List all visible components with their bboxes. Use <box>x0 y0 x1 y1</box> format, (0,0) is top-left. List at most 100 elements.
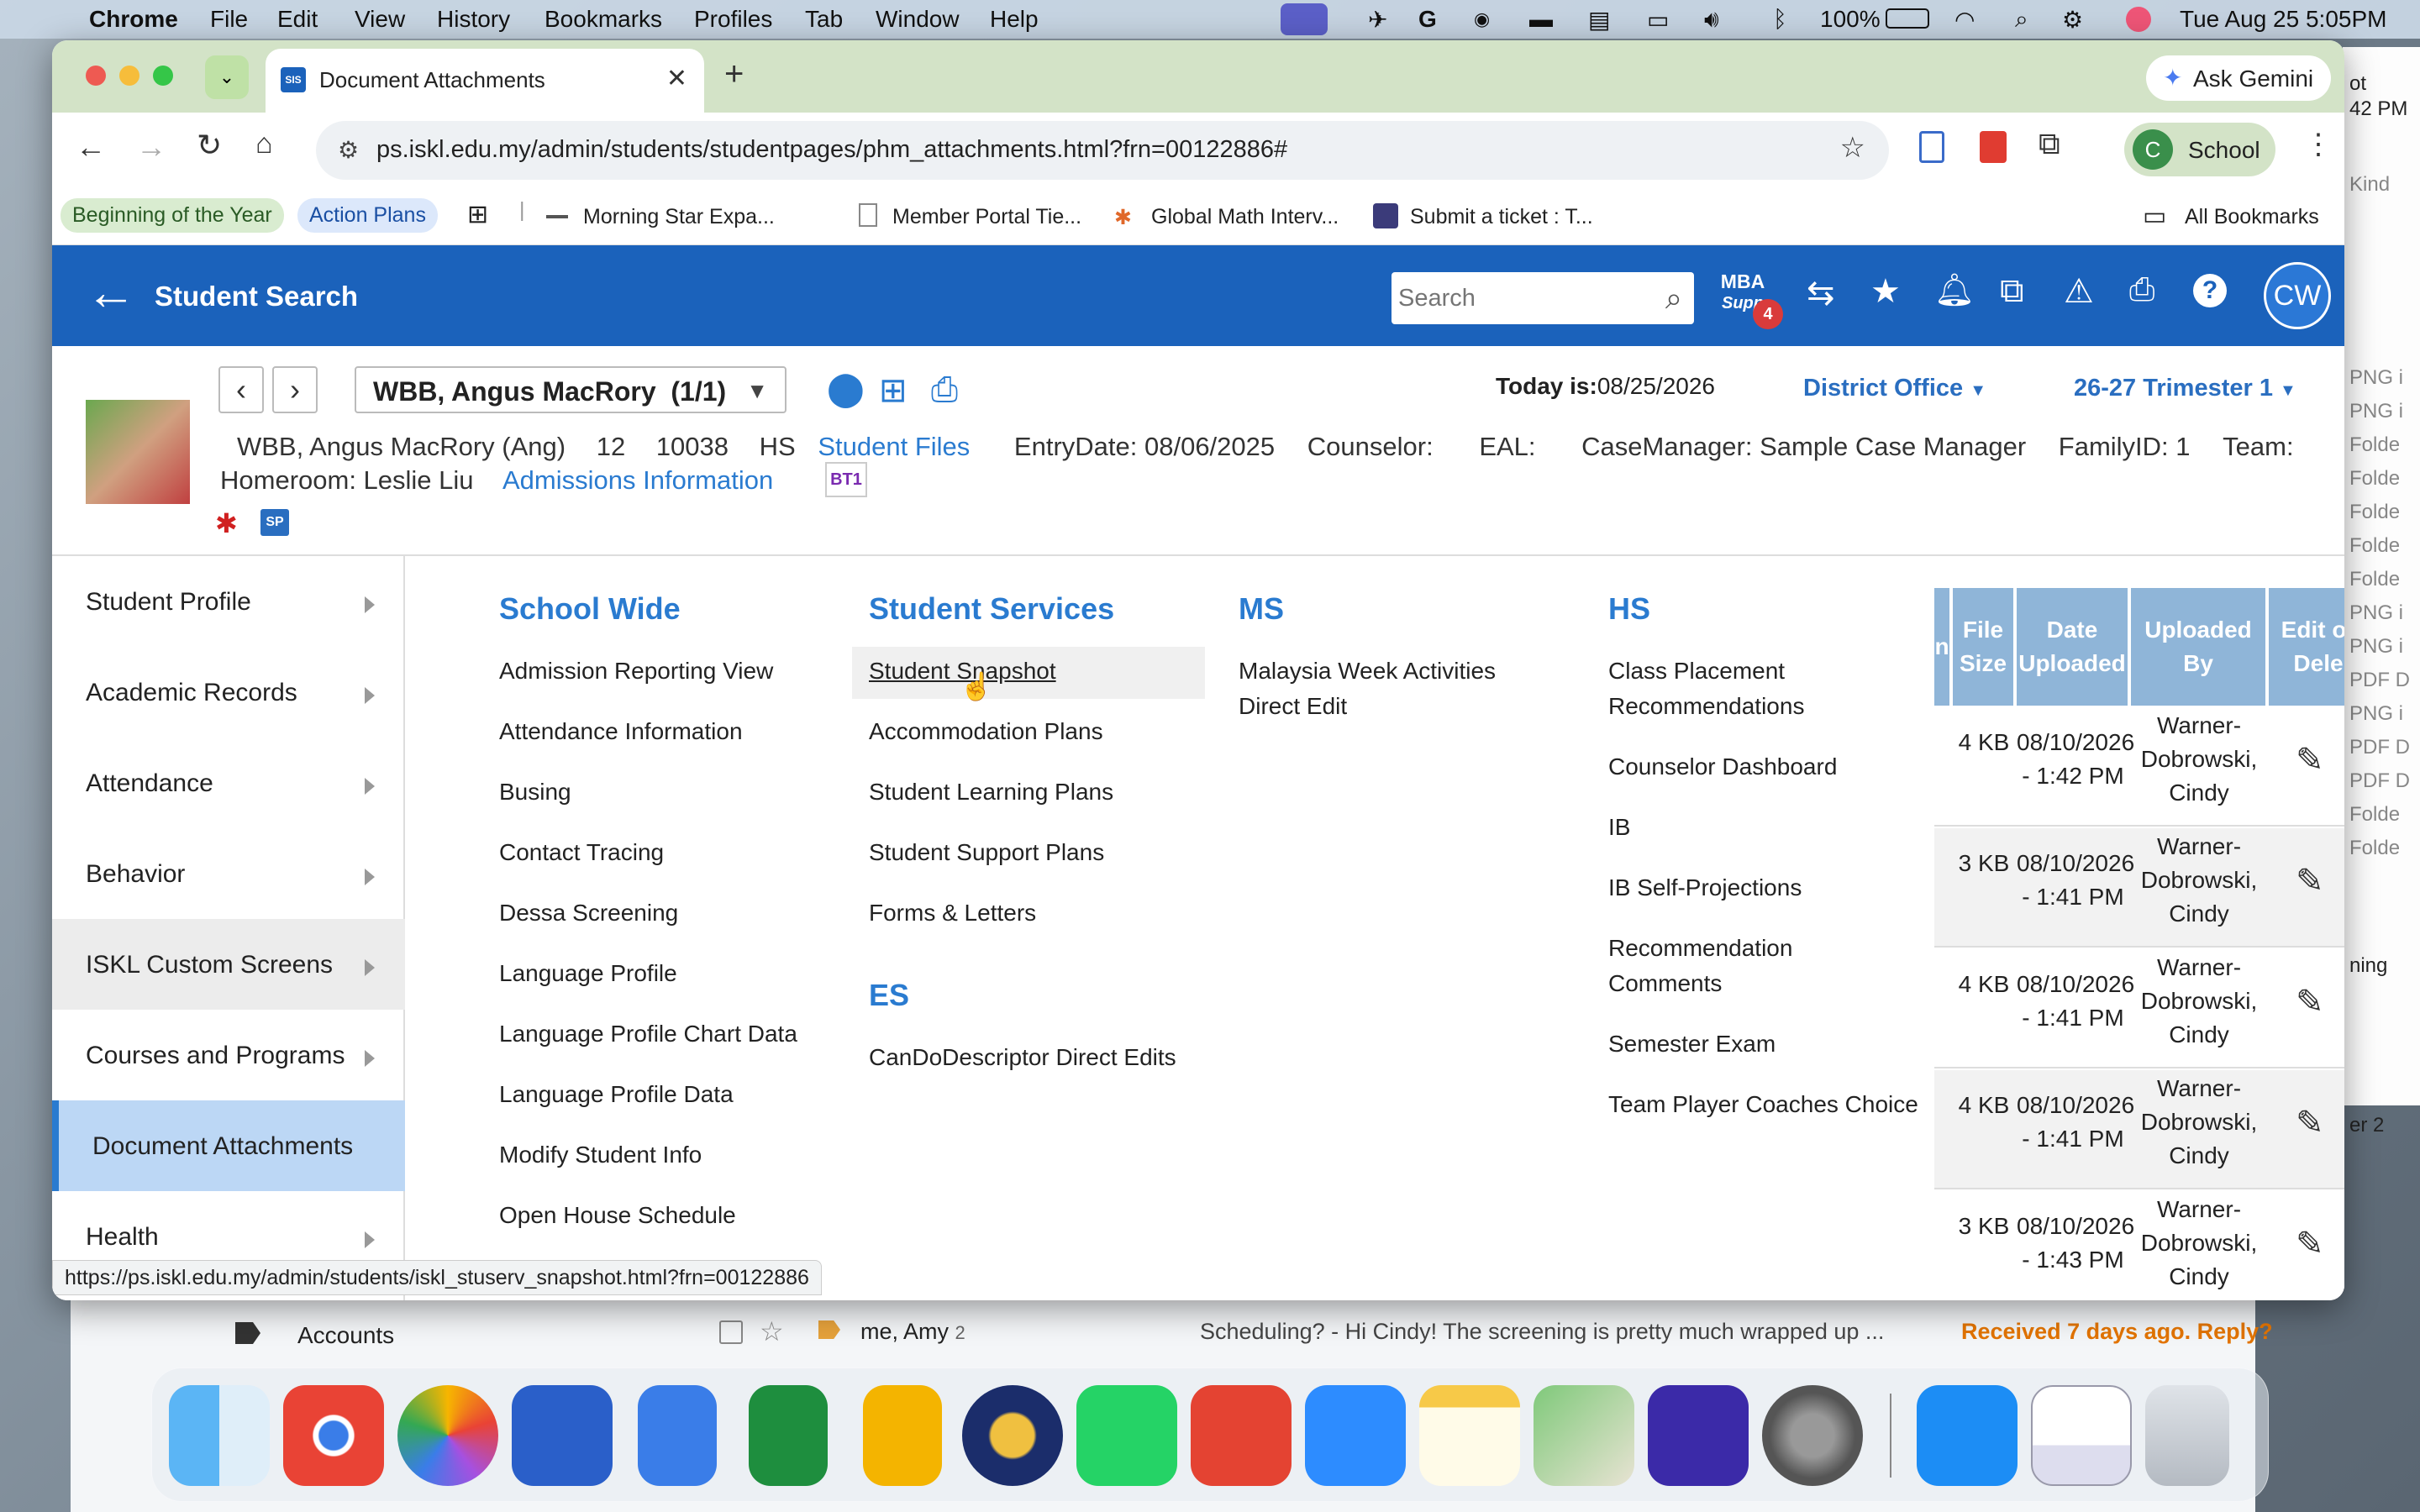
battery-icon[interactable] <box>1886 8 1929 29</box>
favorites-star-icon[interactable]: ★ <box>1870 272 1901 311</box>
student-files-link[interactable]: Student Files <box>818 432 970 461</box>
menu-item-ib-self-projections[interactable]: IB Self-Projections <box>1608 870 1802 906</box>
bt1-badge[interactable]: BT1 <box>825 462 867 497</box>
sidebar-item-student-profile[interactable]: Student Profile <box>52 556 405 647</box>
search-icon[interactable]: ⌕ <box>1665 281 1682 317</box>
menu-item-dessa-screening[interactable]: Dessa Screening <box>499 895 678 931</box>
keynote-icon[interactable] <box>512 1385 613 1486</box>
term-dropdown[interactable]: 26-27 Trimester 1 ▼ <box>2074 375 2296 402</box>
menubar-datetime[interactable]: Tue Aug 25 5:05PM <box>2180 6 2386 33</box>
profile-button[interactable]: C School <box>2124 123 2275 176</box>
google-docs-icon[interactable] <box>638 1385 717 1486</box>
photos-icon[interactable] <box>397 1385 498 1486</box>
menu-item-language-profile[interactable]: Language Profile <box>499 956 677 991</box>
extensions-puzzle-icon[interactable]: ⧉ <box>2039 126 2060 162</box>
menu-item-modify-student-info[interactable]: Modify Student Info <box>499 1137 702 1173</box>
reload-icon[interactable]: ↻ <box>197 128 222 163</box>
google-sheets-icon[interactable] <box>749 1385 828 1486</box>
edit-icon[interactable]: ✎ <box>2296 1104 2324 1142</box>
sp-badge[interactable]: SP <box>260 509 289 536</box>
notification-icon[interactable]: ▬ <box>1529 6 1553 33</box>
sidebar-item-iskl-custom-screens[interactable]: ISKL Custom Screens <box>52 919 405 1010</box>
gemini-app-icon[interactable] <box>1648 1385 1749 1486</box>
sidebar-item-attendance[interactable]: Attendance <box>52 738 405 828</box>
menu-edit[interactable]: Edit <box>277 6 318 33</box>
wifi-icon[interactable]: ◠ <box>1954 6 1975 34</box>
airplane-icon[interactable]: ✈ <box>1368 6 1387 34</box>
whatsapp-icon[interactable] <box>1076 1385 1177 1486</box>
menu-item-candodescriptor[interactable]: CanDoDescriptor Direct Edits <box>869 1040 1176 1075</box>
sidebar-item-behavior[interactable]: Behavior <box>52 828 405 919</box>
notifications-bell-icon[interactable]: 🔔︎ <box>1934 272 1975 309</box>
menu-item-admission-reporting[interactable]: Admission Reporting View <box>499 654 773 689</box>
preview-icon[interactable] <box>2031 1385 2132 1486</box>
close-window-button[interactable] <box>86 66 106 86</box>
app-store-icon[interactable] <box>1917 1385 2018 1486</box>
ask-gemini-button[interactable]: ✦ Ask Gemini <box>2146 55 2331 101</box>
grammarly-icon[interactable]: G <box>1418 6 1437 33</box>
menu-item-student-support-plans[interactable]: Student Support Plans <box>869 835 1104 870</box>
table-row[interactable]: 3 KB 08/10/2026 - 1:43 PM Warner-Dobrows… <box>1934 1191 2344 1300</box>
table-row[interactable]: 4 KB 08/10/2026 - 1:42 PM Warner-Dobrows… <box>1934 707 2344 827</box>
stack-icon[interactable]: ▤ <box>1588 6 1610 34</box>
address-bar[interactable]: ⚙ ps.iskl.edu.my/admin/students/studentp… <box>316 121 1889 180</box>
important-icon[interactable] <box>818 1320 840 1339</box>
user-avatar[interactable]: CW <box>2264 262 2331 329</box>
menu-help[interactable]: Help <box>990 6 1039 33</box>
table-header-uploaded-by[interactable]: Uploaded By <box>2131 588 2267 706</box>
edit-icon[interactable]: ✎ <box>2296 741 2324 780</box>
menu-item-recommendation-comments[interactable]: Recommendation Comments <box>1608 931 1860 1001</box>
menu-history[interactable]: History <box>437 6 510 33</box>
search-input[interactable] <box>1398 281 1642 316</box>
table-header-file-size[interactable]: File Size <box>1953 588 2015 706</box>
trash-icon[interactable] <box>2145 1385 2229 1486</box>
home-icon[interactable]: ⌂ <box>255 128 273 160</box>
menu-item-language-profile-data[interactable]: Language Profile Data <box>499 1077 734 1112</box>
zoom-icon[interactable] <box>1305 1385 1406 1486</box>
switch-icon[interactable]: ⇆ <box>1807 274 1835 312</box>
zoom-menubar-icon[interactable]: ◉ <box>1474 8 1490 30</box>
bookmark-action-plans[interactable]: Action Plans <box>297 198 438 233</box>
bookmark-member-portal[interactable]: Member Portal Tie... <box>892 205 1081 229</box>
bookmark-morning-star[interactable]: Morning Star Expa... <box>583 205 775 229</box>
todoist-icon[interactable] <box>1191 1385 1292 1486</box>
extension-upload-icon[interactable] <box>1919 131 1944 163</box>
star-icon[interactable]: ☆ <box>760 1315 784 1347</box>
finder-icon[interactable] <box>169 1385 270 1486</box>
notes-icon[interactable] <box>1419 1385 1520 1486</box>
menu-view[interactable]: View <box>355 6 405 33</box>
url-text[interactable]: ps.iskl.edu.my/admin/students/studentpag… <box>376 136 1287 164</box>
new-tab-icon[interactable]: + <box>724 55 744 93</box>
menu-item-team-player[interactable]: Team Player Coaches Choice <box>1608 1087 1918 1122</box>
zoom-window-button[interactable] <box>153 66 173 86</box>
system-settings-icon[interactable] <box>1762 1385 1863 1486</box>
district-office-dropdown[interactable]: District Office ▼ <box>1803 375 1986 402</box>
menu-window[interactable]: Window <box>876 6 960 33</box>
sidebar-item-academic-records[interactable]: Academic Records <box>52 647 405 738</box>
maps-icon[interactable] <box>1534 1385 1634 1486</box>
email-checkbox[interactable] <box>719 1320 743 1344</box>
menu-item-malaysia-week[interactable]: Malaysia Week Activities Direct Edit <box>1239 654 1541 724</box>
extension-red-icon[interactable] <box>1980 131 2007 163</box>
alert-icon[interactable]: ⚠ <box>2064 272 2094 311</box>
close-tab-icon[interactable]: ✕ <box>666 64 687 93</box>
edit-icon[interactable]: ✎ <box>2296 1225 2324 1263</box>
email-row[interactable]: ☆ me, Amy 2 Scheduling? - Hi Cindy! The … <box>617 1310 2314 1361</box>
menu-item-counselor-dashboard[interactable]: Counselor Dashboard <box>1608 749 1837 785</box>
table-row[interactable]: 3 KB 08/10/2026 - 1:41 PM Warner-Dobrows… <box>1934 828 2344 948</box>
header-search[interactable]: ⌕ <box>1392 272 1694 324</box>
student-selector[interactable]: WBB, Angus MacRory (1/1) ▼ <box>355 366 786 413</box>
menu-item-attendance-info[interactable]: Attendance Information <box>499 714 743 749</box>
medical-alert-icon[interactable]: ✱ <box>215 507 238 539</box>
print-icon[interactable]: ⎙ <box>2129 272 2154 308</box>
apps-grid-icon[interactable]: ⊞ <box>467 200 488 229</box>
bookmark-star-icon[interactable]: ☆ <box>1840 131 1865 165</box>
next-student-icon[interactable]: › <box>272 366 318 413</box>
spotlight-icon[interactable]: ⌕ <box>2015 6 2028 34</box>
help-icon[interactable]: ? <box>2193 274 2227 307</box>
menu-item-contact-tracing[interactable]: Contact Tracing <box>499 835 664 870</box>
location-pin-icon[interactable]: ⬤ <box>827 370 865 408</box>
menu-profiles[interactable]: Profiles <box>694 6 772 33</box>
open-external-icon[interactable]: ⧉ <box>2000 272 2024 310</box>
all-bookmarks[interactable]: All Bookmarks <box>2185 205 2319 229</box>
